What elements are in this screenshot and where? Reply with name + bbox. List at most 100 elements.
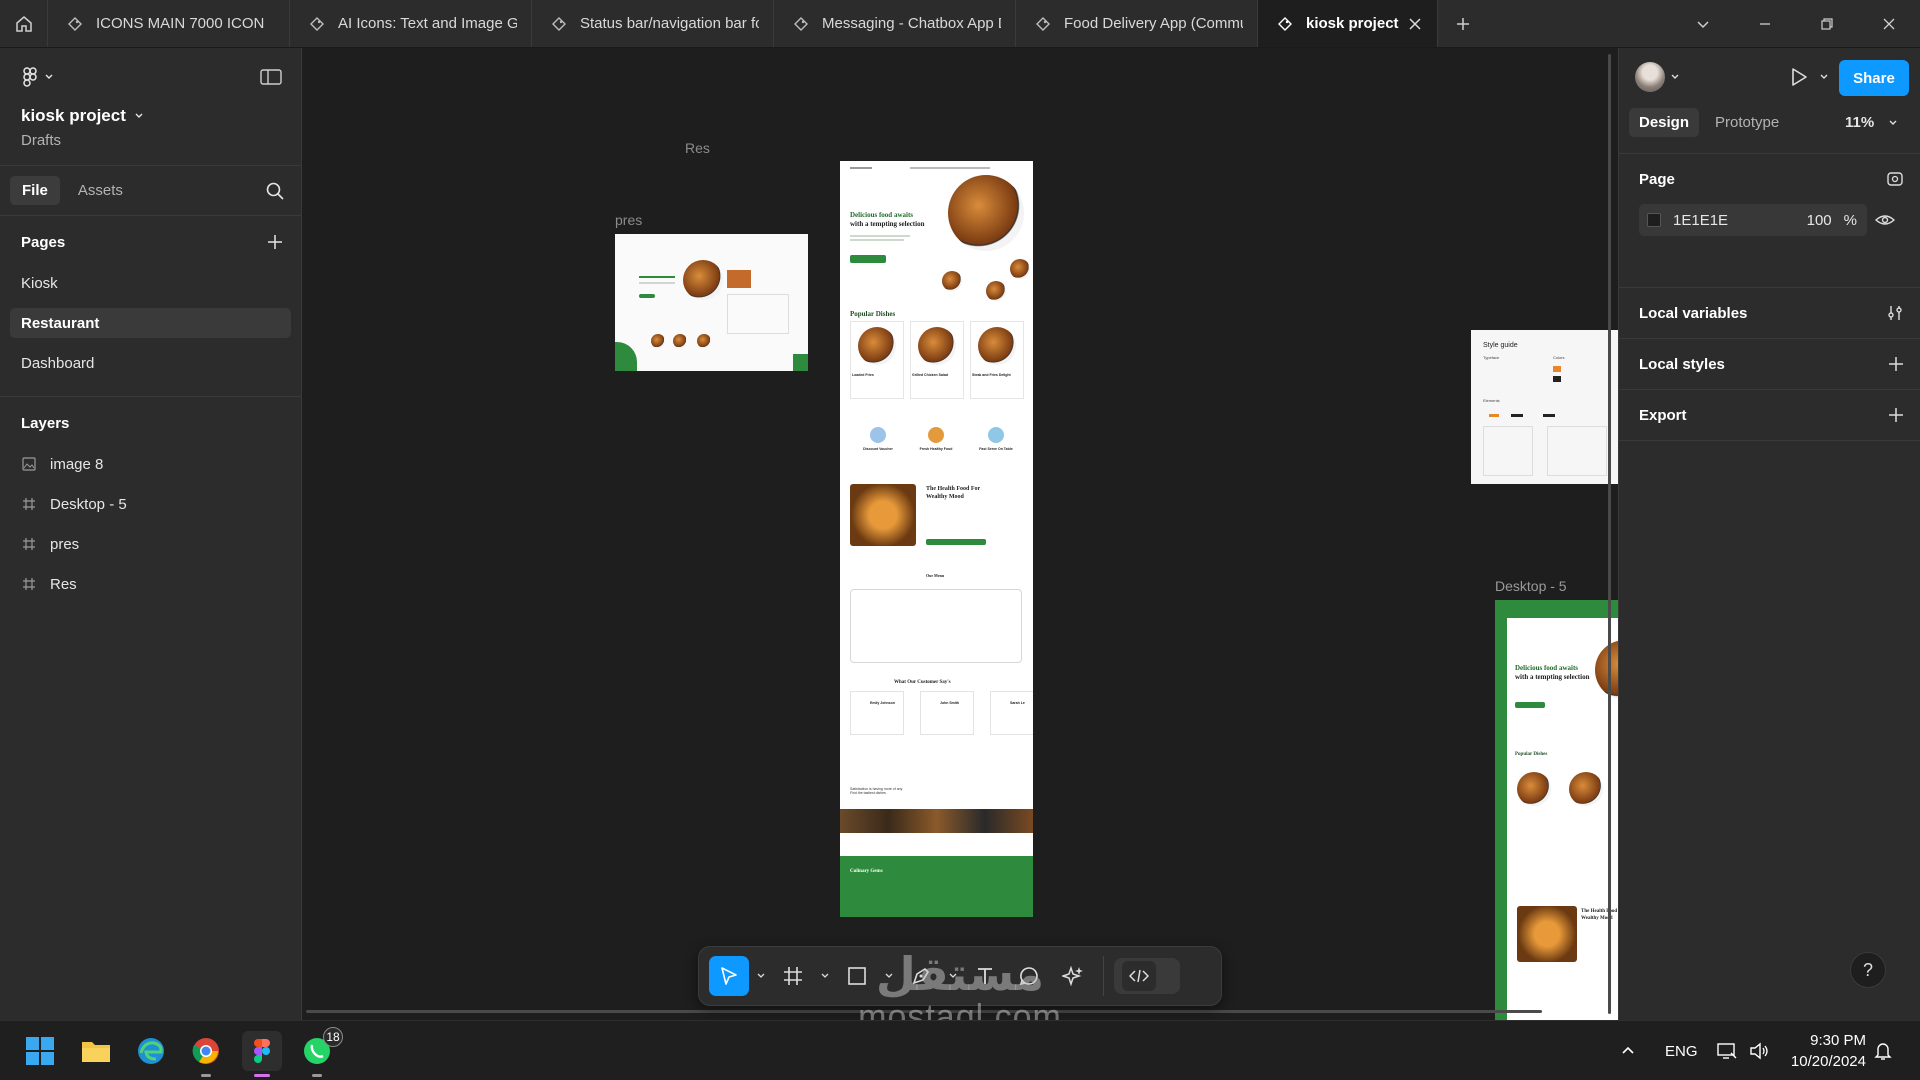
export-heading[interactable]: Export [1619,390,1920,440]
hero-cta-button [850,255,886,263]
frame-label-res[interactable]: Res [685,140,710,156]
minimize-icon [1760,22,1770,25]
local-variables-heading[interactable]: Local variables [1619,288,1920,338]
whatsapp-button[interactable]: 18 [297,1027,343,1077]
chrome-button[interactable] [186,1031,226,1077]
zoom-value: 11% [1845,114,1875,131]
edge-button[interactable] [131,1031,171,1071]
layer-item-res[interactable]: Res [10,569,291,599]
main-menu-button[interactable] [20,66,54,88]
opacity-field[interactable]: 100 % [1807,212,1857,229]
close-window-button[interactable] [1858,0,1920,47]
tab-assets[interactable]: Assets [66,176,135,205]
layer-name: Res [50,575,77,593]
sidebar-toggle-button[interactable] [260,68,282,91]
figma-taskbar-button[interactable] [242,1031,282,1077]
start-button[interactable] [20,1031,60,1071]
show-hidden-icons[interactable] [1620,1021,1636,1080]
tab-title: Food Delivery App (Commu [1064,15,1243,32]
chevron-down-icon[interactable] [1670,72,1680,82]
vertical-scrollbar[interactable] [1608,54,1611,1014]
opacity-value[interactable]: 100 [1807,212,1832,229]
clock-icon [988,427,1004,443]
present-play-icon[interactable] [1789,66,1809,88]
file-explorer-button[interactable] [76,1031,116,1071]
layer-item-image-8[interactable]: image 8 [10,449,291,479]
menu-table [727,294,789,334]
frame-pres[interactable] [615,234,808,371]
page-color-field[interactable]: 1E1E1E 100 % [1639,204,1867,236]
page-item-kiosk[interactable]: Kiosk [10,268,291,298]
notifications-button[interactable] [1874,1021,1892,1080]
frame-tool-menu[interactable] [817,971,833,981]
element-swatch [1543,414,1555,417]
search-button[interactable] [265,181,285,206]
local-styles-label: Local styles [1639,355,1725,373]
minimize-button[interactable] [1734,0,1796,47]
cta-button [639,294,655,298]
taskbar: 18 ENG 9:30 PM 10/20/2024 [0,1020,1920,1080]
page-item-restaurant[interactable]: Restaurant [10,308,291,338]
avatar[interactable] [1635,62,1665,92]
tab-prototype[interactable]: Prototype [1705,108,1789,137]
share-button[interactable]: Share [1839,60,1909,96]
tab-icons-main[interactable]: ICONS MAIN 7000 ICON [48,0,290,47]
styles-icon[interactable] [1886,170,1904,188]
close-icon[interactable] [1407,16,1423,32]
project-name-button[interactable]: kiosk project [21,106,144,126]
tab-food-delivery[interactable]: Food Delivery App (Commu [1016,0,1258,47]
figma-logo-icon [23,67,37,87]
local-styles-heading[interactable]: Local styles [1619,339,1920,389]
desktop-top-band [1495,600,1618,620]
tab-kiosk-project[interactable]: kiosk project [1258,0,1438,47]
new-tab-button[interactable] [1438,0,1488,47]
voucher-icon [870,427,886,443]
page-item-dashboard[interactable]: Dashboard [10,348,291,378]
feature-label: Fast Serve On Table [979,447,1013,451]
layer-item-desktop-5[interactable]: Desktop - 5 [10,489,291,519]
restore-button[interactable] [1796,0,1858,47]
tab-title: Status bar/navigation bar fo [580,15,759,32]
food-photo [727,270,751,288]
newsletter-text: Satisfaction is having more of any Find … [850,787,902,795]
eye-icon[interactable] [1875,212,1895,228]
language-indicator[interactable]: ENG [1665,1021,1698,1080]
canvas[interactable]: pres Res Delicious food awaits with a te… [302,48,1618,1020]
add-page-icon[interactable] [267,234,283,250]
move-tool-menu[interactable] [753,971,769,981]
windows-logo-icon [26,1037,54,1065]
dev-mode-toggle[interactable] [1114,958,1180,994]
frame-tool[interactable] [773,956,813,996]
move-tool[interactable] [709,956,749,996]
tab-design[interactable]: Design [1629,108,1700,137]
tab-ai-icons[interactable]: AI Icons: Text and Image Ge [290,0,532,47]
plus-icon[interactable] [1888,407,1904,423]
layer-item-pres[interactable]: pres [10,529,291,559]
tab-list-button[interactable] [1672,0,1734,47]
dish-image [1517,772,1551,806]
page-section: Page 1E1E1E 100 % [1619,154,1920,288]
system-tray[interactable] [1716,1021,1770,1080]
chevron-down-icon[interactable] [1819,72,1829,82]
frame-res[interactable]: Delicious food awaits with a tempting se… [840,161,1033,917]
home-button[interactable] [0,0,48,47]
frame-desktop-5[interactable]: Delicious food awaits with a tempting se… [1495,600,1618,1020]
tab-file[interactable]: File [10,176,60,205]
frame-style-guide[interactable]: Style guide Typeface Colors Elements [1471,330,1618,484]
dish-name: Grilled Chicken Salad [912,373,948,377]
frame-label-desktop-5[interactable]: Desktop - 5 [1495,578,1567,594]
zoom-control[interactable]: 11% [1845,114,1898,131]
dish-image [978,327,1016,365]
soup-photo [850,484,916,546]
variables-icon[interactable] [1886,304,1904,322]
page-color-hex[interactable]: 1E1E1E [1673,212,1728,229]
tab-status-bar[interactable]: Status bar/navigation bar fo [532,0,774,47]
color-swatch[interactable] [1647,213,1661,227]
plus-icon[interactable] [1888,356,1904,372]
project-location[interactable]: Drafts [21,132,61,149]
tab-messaging[interactable]: Messaging - Chatbox App D [774,0,1016,47]
network-icon [1717,1043,1737,1059]
help-button[interactable]: ? [1850,952,1886,988]
frame-label-pres[interactable]: pres [615,212,642,228]
clock[interactable]: 9:30 PM 10/20/2024 [1786,1030,1866,1072]
